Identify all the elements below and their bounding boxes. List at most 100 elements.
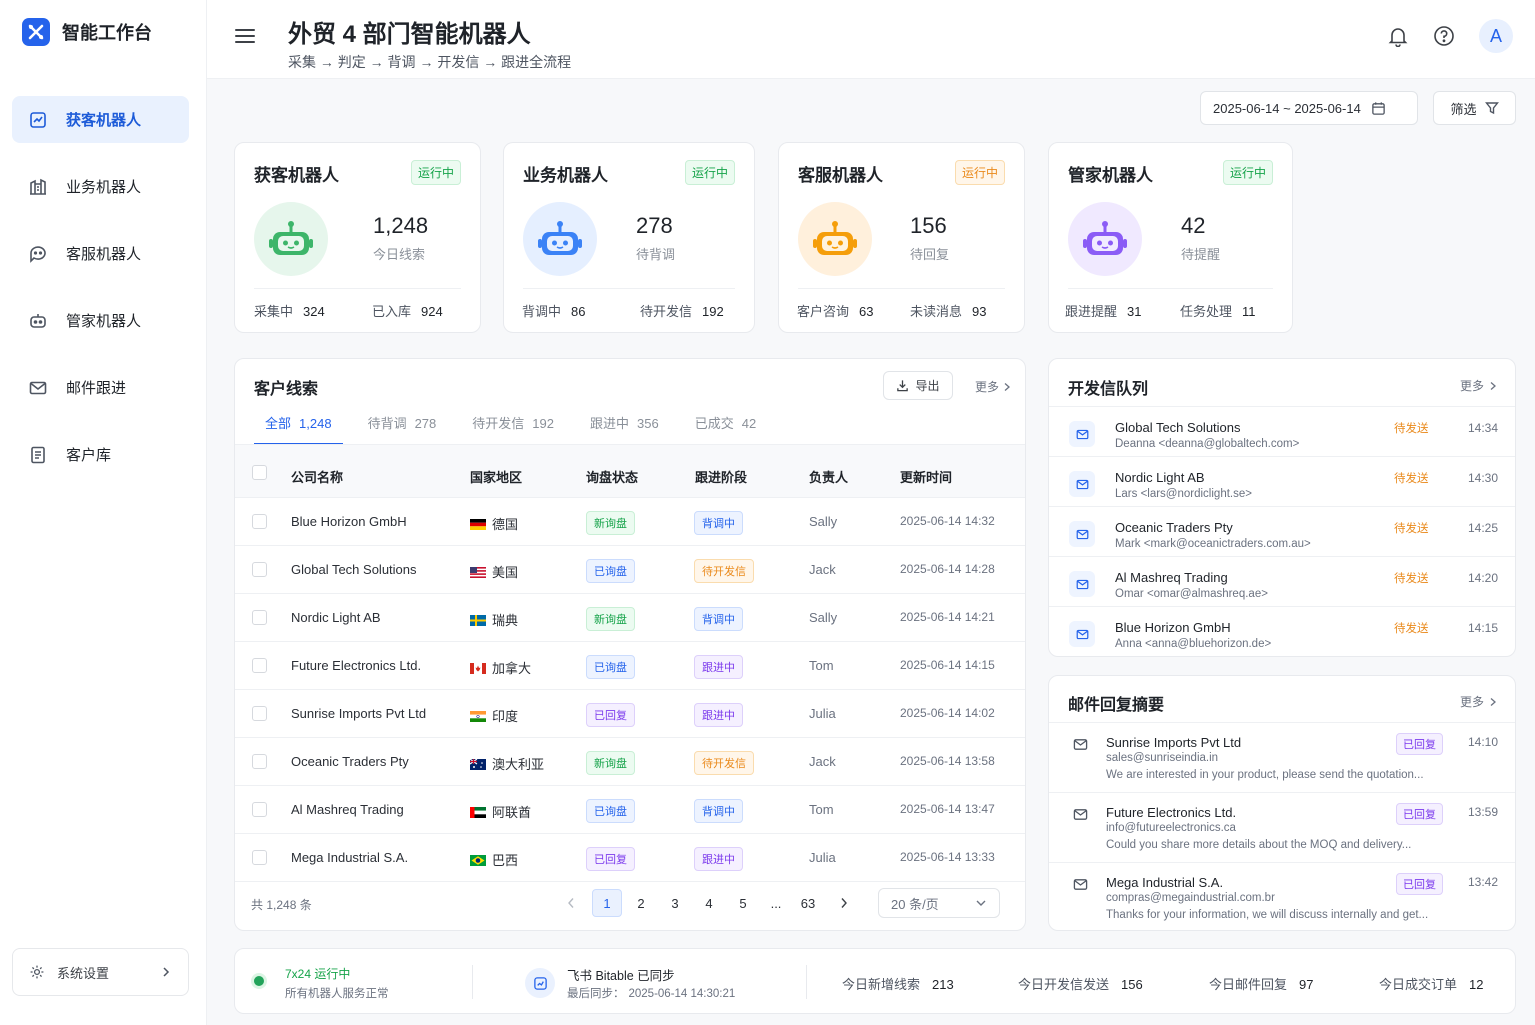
- bot-stat-1: 背调中 86: [522, 304, 586, 319]
- company-name[interactable]: Oceanic Traders Pty: [291, 754, 409, 769]
- company-name[interactable]: Global Tech Solutions: [291, 562, 417, 577]
- tab-all[interactable]: 全部 1,248: [254, 413, 343, 445]
- reply-item[interactable]: Mega Industrial S.A. compras@megaindustri…: [1049, 862, 1515, 932]
- bot-card-business[interactable]: 业务机器人 运行中 278 待背调 背调中 86 待开发信 192: [503, 142, 755, 333]
- sidebar-item-label: 客户库: [66, 447, 112, 464]
- sidebar-item-label: 管家机器人: [66, 313, 142, 330]
- reply-status-badge: 已回复: [1396, 733, 1443, 755]
- bot-card-service[interactable]: 客服机器人 运行中 156 待回复 客户咨询 63 未读消息 93: [778, 142, 1025, 333]
- sidebar-item-lead-bot[interactable]: 获客机器人: [12, 96, 189, 143]
- queue-status: 待发送: [1394, 473, 1429, 485]
- company-name[interactable]: Future Electronics Ltd.: [291, 658, 421, 673]
- reply-excerpt: Could you share more details about the M…: [1106, 839, 1412, 851]
- table-row[interactable]: Mega Industrial S.A. 巴西 已回复 跟进中 Julia 2025-06…: [235, 834, 1025, 882]
- bot-card-butler[interactable]: 管家机器人 运行中 42 待提醒 跟进提醒 31 任务处理 11: [1048, 142, 1293, 333]
- table-row[interactable]: Sunrise Imports Pvt Ltd 印度 已回复 跟进中 Julia 2025…: [235, 690, 1025, 738]
- run-status-sub: 所有机器人服务正常: [285, 988, 389, 1000]
- mail-icon: [1069, 571, 1095, 597]
- reply-email: compras@megaindustrial.com.br: [1106, 892, 1275, 904]
- column-header: 跟进阶段: [695, 470, 748, 485]
- chevron-right-icon: [1490, 381, 1496, 390]
- building-icon: [30, 178, 46, 195]
- bell-icon[interactable]: [1387, 25, 1409, 47]
- app-logo[interactable]: 智能工作台: [22, 18, 152, 46]
- flag-icon: [470, 853, 492, 868]
- bot-metric-value: 1,248: [373, 213, 429, 238]
- page-button[interactable]: 63: [793, 889, 823, 917]
- updated-time: 2025-06-14 13:47: [900, 802, 995, 816]
- mail-icon: [1073, 807, 1088, 825]
- flag-icon: [470, 613, 492, 628]
- page-button[interactable]: 3: [660, 889, 690, 917]
- company-name[interactable]: Blue Horizon GmbH: [291, 514, 407, 529]
- page-size-select[interactable]: 20 条/页: [878, 888, 1000, 918]
- page-button[interactable]: 4: [694, 889, 724, 917]
- sidebar-item-business-bot[interactable]: 业务机器人: [12, 163, 189, 210]
- export-button[interactable]: 导出: [883, 371, 953, 400]
- table-row[interactable]: Blue Horizon GmbH 德国 新询盘 背调中 Sally 2025-06-14…: [235, 498, 1025, 546]
- replies-more-link[interactable]: 更多: [1460, 693, 1498, 710]
- mail-icon: [29, 381, 47, 394]
- country-cell: 澳大利亚: [470, 754, 544, 773]
- queue-item[interactable]: Al Mashreq Trading Omar <omar@almashreq.a…: [1049, 556, 1515, 606]
- company-name[interactable]: Sunrise Imports Pvt Ltd: [291, 706, 426, 721]
- row-checkbox[interactable]: [252, 754, 267, 769]
- column-header: 负责人: [809, 470, 849, 485]
- queue-item[interactable]: Nordic Light AB Lars <lars@nordiclight.se…: [1049, 456, 1515, 506]
- bot-stat-2: 待开发信 192: [640, 304, 724, 319]
- company-name[interactable]: Mega Industrial S.A.: [291, 850, 408, 865]
- tab-pending-research[interactable]: 待背调 278: [357, 413, 448, 443]
- date-range-picker[interactable]: 2025-06-14 ~ 2025-06-14: [1200, 91, 1418, 125]
- next-page-button[interactable]: [829, 889, 859, 917]
- company-name[interactable]: Al Mashreq Trading: [291, 802, 404, 817]
- queue-item[interactable]: Global Tech Solutions Deanna <deanna@glob…: [1049, 406, 1515, 456]
- queue-more-link[interactable]: 更多: [1460, 377, 1498, 394]
- sidebar-item-mail-followup[interactable]: 邮件跟进: [12, 364, 189, 411]
- settings-button[interactable]: 系统设置: [12, 948, 189, 996]
- company-name[interactable]: Nordic Light AB: [291, 610, 381, 625]
- menu-button[interactable]: [234, 26, 256, 49]
- run-status-title: 7x24 运行中: [285, 967, 351, 981]
- help-icon[interactable]: [1433, 25, 1455, 47]
- row-checkbox[interactable]: [252, 802, 267, 817]
- reply-item[interactable]: Sunrise Imports Pvt Ltd sales@sunriseindi…: [1049, 722, 1515, 792]
- row-checkbox[interactable]: [252, 850, 267, 865]
- page-button[interactable]: 5: [728, 889, 758, 917]
- reply-item[interactable]: Future Electronics Ltd. info@futureelectr…: [1049, 792, 1515, 862]
- tab-pending-letter[interactable]: 待开发信 192: [461, 413, 565, 443]
- tab-following[interactable]: 跟进中 356: [579, 413, 670, 443]
- sidebar-item-service-bot[interactable]: 客服机器人: [12, 230, 189, 277]
- queue-item[interactable]: Oceanic Traders Pty Mark <mark@oceanictra…: [1049, 506, 1515, 556]
- table-row[interactable]: Oceanic Traders Pty 澳大利亚 新询盘 待开发信 Jack 2025-0…: [235, 738, 1025, 786]
- bot-stat-2: 任务处理 11: [1180, 304, 1256, 319]
- page-button[interactable]: 1: [592, 889, 622, 917]
- row-checkbox[interactable]: [252, 658, 267, 673]
- table-row[interactable]: Future Electronics Ltd. 加拿大 已询盘 跟进中 Tom 2025-…: [235, 642, 1025, 690]
- avatar[interactable]: A: [1479, 19, 1513, 53]
- select-all-checkbox[interactable]: [252, 465, 267, 480]
- filter-button[interactable]: 筛选: [1433, 91, 1516, 125]
- table-row[interactable]: Al Mashreq Trading 阿联酋 已询盘 背调中 Tom 2025-06-14…: [235, 786, 1025, 834]
- sidebar-item-butler-bot[interactable]: 管家机器人: [12, 297, 189, 344]
- tab-closed[interactable]: 已成交 42: [684, 413, 767, 443]
- row-checkbox[interactable]: [252, 610, 267, 625]
- row-checkbox[interactable]: [252, 706, 267, 721]
- queue-company: Blue Horizon GmbH: [1115, 620, 1231, 635]
- table-row[interactable]: Global Tech Solutions 美国 已询盘 待开发信 Jack 2025-0…: [235, 546, 1025, 594]
- flag-icon: [470, 805, 492, 820]
- row-checkbox[interactable]: [252, 514, 267, 529]
- sidebar-item-customer-db[interactable]: 客户库: [12, 431, 189, 478]
- table-row[interactable]: Nordic Light AB 瑞典 新询盘 背调中 Sally 2025-06-14 1…: [235, 594, 1025, 642]
- reply-summary-panel: 邮件回复摘要 更多 Sunrise Imports Pvt Ltd sales@s…: [1048, 675, 1516, 931]
- column-header: 更新时间: [900, 470, 953, 485]
- queue-item[interactable]: Blue Horizon GmbH Anna <anna@bluehorizon.…: [1049, 606, 1515, 656]
- inquiry-status-badge: 已询盘: [586, 655, 635, 679]
- owner-name: Sally: [809, 610, 838, 625]
- inquiry-status-badge: 已询盘: [586, 559, 635, 583]
- bot-card-lead[interactable]: 获客机器人 运行中 1,248 今日线索 采集中 324 已入库 924: [234, 142, 481, 333]
- queue-company: Global Tech Solutions: [1115, 420, 1241, 435]
- row-checkbox[interactable]: [252, 562, 267, 577]
- page-button[interactable]: 2: [626, 889, 656, 917]
- leads-more-link[interactable]: 更多: [975, 378, 1011, 395]
- prev-page-button[interactable]: [556, 889, 586, 917]
